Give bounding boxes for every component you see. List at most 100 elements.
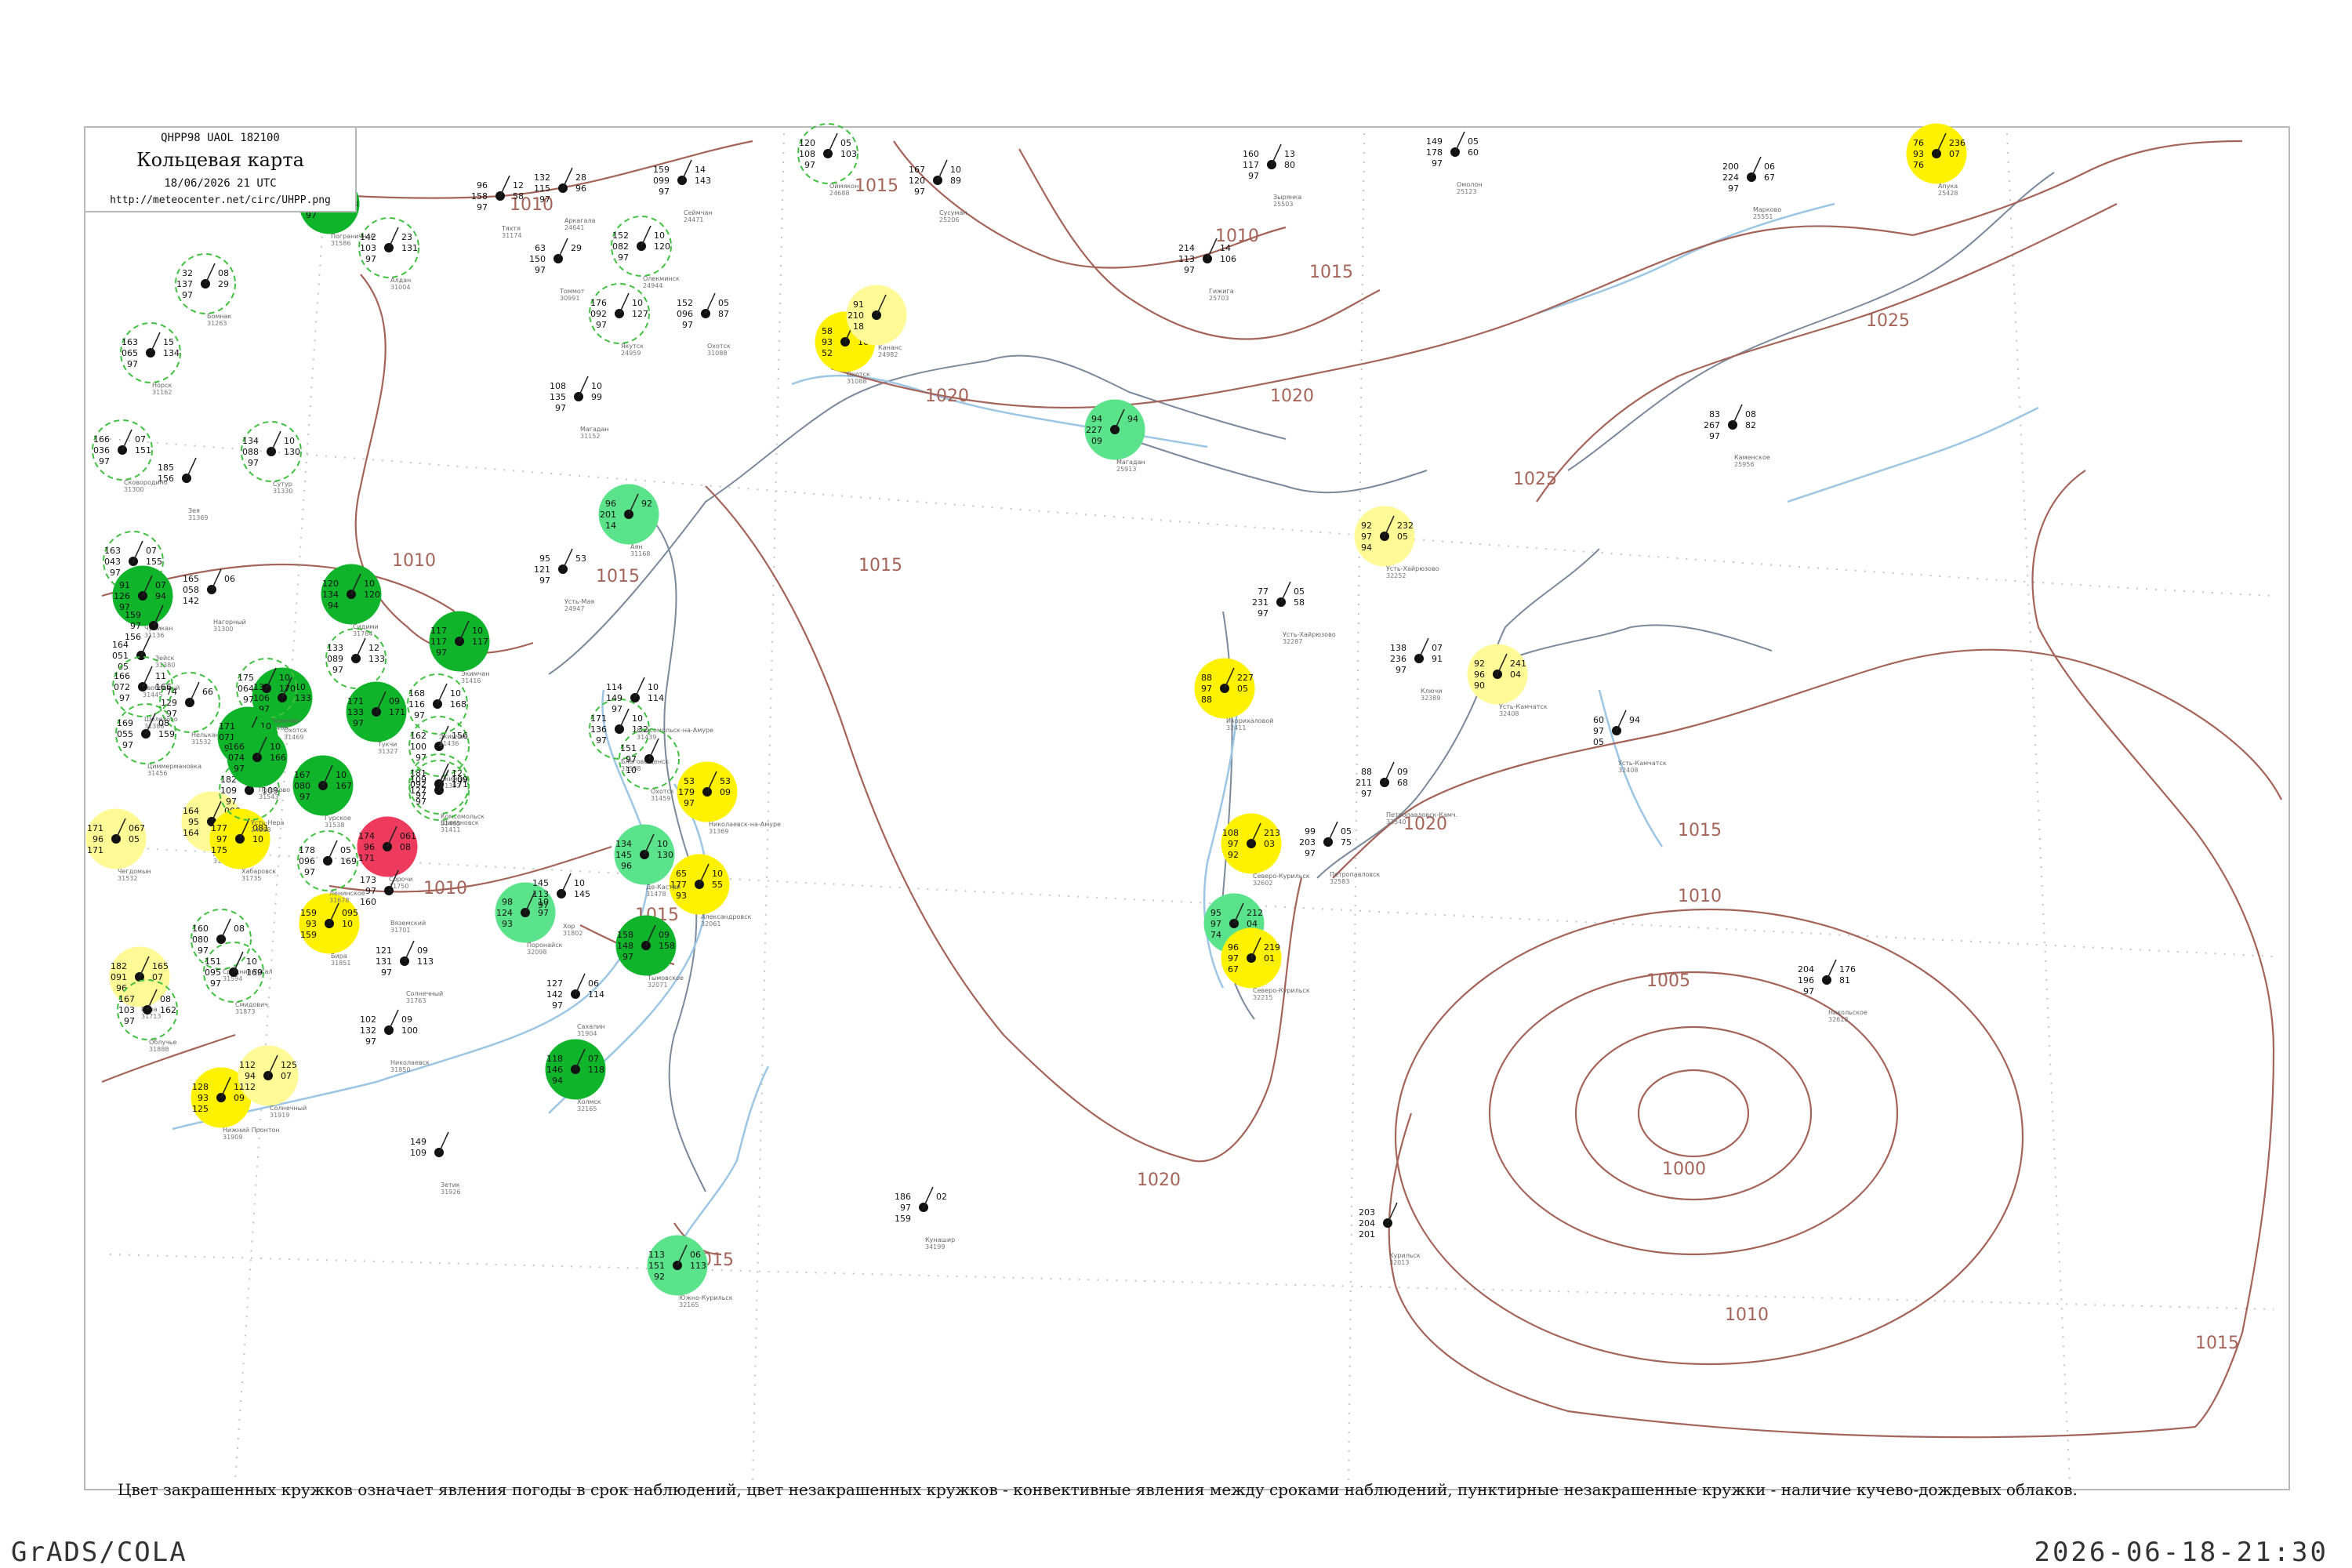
station-value: 94 — [328, 601, 339, 611]
weather-station[interactable]: 969767 21901 Северо-Курильск32215 — [1221, 927, 1310, 1001]
isobar-layer — [101, 140, 2282, 1439]
weather-station[interactable]: 10213297 09100 Николаевск31850 — [360, 1009, 430, 1073]
station-value: 91 — [119, 580, 130, 590]
station-value: 76 — [1913, 138, 1924, 148]
station-value: 97 — [130, 621, 141, 631]
weather-station[interactable]: 1089792 21303 Северо-Курильск32602 — [1221, 813, 1310, 887]
weather-station[interactable]: 91126 97 0794 Чумикан31136 — [112, 565, 173, 639]
station-value: 156 — [125, 632, 141, 642]
weather-station[interactable]: 53179975309Николаевск-на-Амуре31369 — [677, 761, 781, 835]
weather-station[interactable]: 13823697 0791 Ключи32389 — [1390, 637, 1443, 702]
station-id: 32215 — [1253, 994, 1272, 1001]
station-name: Алдан — [390, 277, 411, 284]
station-name: Олекминск — [643, 275, 680, 282]
station-value: 97 — [684, 798, 695, 808]
weather-station[interactable]: 6315097 29 Томмот30991 — [529, 238, 585, 302]
weather-station[interactable]: 185156 Зея31369 — [158, 457, 208, 521]
station-id: 32411 — [1226, 724, 1246, 731]
station-value: 096 — [677, 309, 693, 319]
station-name: Чегдомын — [118, 868, 151, 875]
wind-barb — [211, 568, 222, 590]
station-value: 137 — [176, 279, 193, 289]
weather-station[interactable]: 1131519206113Южно-Курильск32165 — [647, 1235, 733, 1308]
weather-station[interactable]: 12010897 05103 Оймякон24688 — [797, 123, 858, 197]
station-id: 34199 — [925, 1243, 945, 1250]
station-value: 10 — [574, 878, 585, 888]
station-id: 31369 — [709, 828, 728, 835]
weather-station[interactable]: 9512197 53 Усть-Мая24947 — [534, 548, 594, 612]
weather-station[interactable]: 1581489709158Тымовское32071 — [615, 915, 684, 989]
station-value: 134 — [163, 348, 180, 358]
station-id: 31850 — [390, 1066, 410, 1073]
weather-station[interactable]: 929690 24104 Усть-Камчатск32408 — [1467, 644, 1548, 717]
station-value: 064 — [238, 684, 254, 694]
weather-station[interactable]: 13211597 2896 Аркагала24641 — [534, 167, 596, 231]
weather-station[interactable]: 1711339709171Тукчи31327 — [346, 681, 407, 755]
weather-station[interactable]: 21411397 14106 Гижига25703 — [1178, 238, 1236, 302]
isobar-label: 1020 — [1137, 1171, 1181, 1190]
weather-station[interactable]: 929794 23205 Усть-Хайрюзово32252 — [1354, 506, 1439, 579]
weather-station[interactable]: 16712097 1089 Сусуман25206 — [909, 159, 967, 223]
weather-station[interactable]: 15209697 0587 Охотск31088 — [677, 292, 731, 357]
weather-station[interactable]: 7723197 0558 Усть-Хайрюзово32287 — [1252, 581, 1336, 645]
weather-station[interactable]: 9620114 92 Аян31168 — [598, 484, 659, 557]
weather-station[interactable]: 65177931055Александровск32061 — [669, 854, 751, 927]
weather-station[interactable]: 16905597 08159 Циммермановка31456 — [115, 703, 201, 777]
weather-station[interactable]: 17809697 05169 Ленинское31678 — [297, 830, 365, 904]
station-value: 68 — [1397, 778, 1408, 788]
station-value: 121 — [376, 946, 392, 956]
weather-station[interactable]: 16306597 15134 Норск31162 — [120, 322, 181, 396]
weather-station[interactable]: 8821197 0968 Петропавловск-Камч.32540 — [1356, 761, 1457, 826]
station-value: 09 — [389, 696, 400, 706]
station-value: 08 — [1745, 409, 1756, 419]
station-value: 074 — [228, 753, 245, 763]
station-value: 145 — [532, 878, 549, 888]
weather-station[interactable]: 3213797 0829 Бомнак31263 — [175, 253, 236, 327]
weather-station[interactable]: 15909997 14143 Сеймчан24471 — [653, 159, 713, 223]
station-value: 97 — [535, 265, 546, 275]
station-value: 236 — [1390, 654, 1406, 664]
weather-station[interactable]: 20419697 17681 Никольское32618 — [1798, 959, 1867, 1023]
wind-barb — [150, 332, 161, 354]
weather-station[interactable]: 1421039723131Алдан31004 — [358, 217, 419, 291]
weather-station[interactable]: 15208297 10120 Олекминск24944 — [611, 216, 680, 289]
weather-station[interactable]: 13408897 10130 Сутур31330 — [241, 421, 302, 495]
weather-station[interactable]: 20022497 0667 Марково25551 — [1722, 156, 1781, 220]
weather-station[interactable]: 1660749710166Поярково31543 — [227, 727, 290, 800]
weather-station[interactable]: 16011797 1380 Зырянка25503 — [1243, 143, 1301, 208]
weather-station[interactable]: 149109 Зетик31926 — [410, 1131, 460, 1196]
weather-station[interactable]: 1181469407118Холмск32165 — [545, 1039, 606, 1112]
weather-station[interactable]: 18697159 02 Кунашир34199 — [895, 1186, 955, 1250]
footer-timestamp: 2026-06-18-21:30 — [2034, 1537, 2328, 1568]
weather-station[interactable]: 98124931097Поронайск32098 — [495, 882, 563, 956]
station-value: 14 — [695, 165, 706, 175]
weather-station[interactable]: 609705 94 Усть-Камчатск32408 — [1593, 710, 1667, 774]
weather-station[interactable]: 8326797 0882 Каменское25956 — [1704, 404, 1770, 468]
station-value: 65 — [676, 869, 687, 879]
weather-station[interactable]: 17196171 06705 Чегдомын31532 — [85, 808, 151, 882]
station-value: 160 — [360, 897, 376, 907]
station-value: 152 — [612, 230, 629, 241]
weather-station[interactable]: 14917897 0560 Омолон25123 — [1426, 131, 1482, 195]
station-value: 171 — [87, 845, 103, 855]
weather-station[interactable]: 1670809710167Гурское31538 — [292, 755, 354, 829]
weather-station[interactable]: 769376 23607 Апука25428 — [1906, 123, 1967, 197]
weather-station[interactable]: 165058142 06 Нагорный31300 — [183, 568, 246, 633]
station-name: Облучье — [149, 1039, 177, 1046]
station-value: 130 — [657, 850, 673, 860]
weather-station[interactable]: 889788 22705 Икорихаловой32411 — [1194, 658, 1273, 731]
weather-station[interactable]: 15993159 09510 Бира31851 — [299, 893, 360, 967]
weather-station[interactable]: 12113197 09113 Солнечный31763 — [376, 940, 443, 1004]
station-value: 210 — [848, 310, 864, 321]
weather-station[interactable]: 942270994Магадан25913 — [1084, 399, 1145, 473]
weather-station[interactable]: 1201349410120Сидими31784 — [321, 564, 382, 637]
weather-station[interactable]: 13414596 10130 Де-Кастри31478 — [614, 824, 681, 898]
station-value: 171 — [389, 707, 405, 717]
weather-station[interactable]: 10813597 1099 Магадан31152 — [550, 376, 609, 440]
weather-station[interactable]: 1660369707151Сковородино31300 — [92, 419, 168, 493]
station-value: 164 — [183, 828, 199, 838]
station-value: 97 — [1361, 532, 1372, 542]
weather-station[interactable]: 9920397 0575 Петропавловск32583 — [1299, 821, 1381, 885]
weather-station[interactable]: 17609297 10127 Якутск24959 — [589, 283, 650, 357]
station-value: 97 — [1210, 919, 1221, 929]
